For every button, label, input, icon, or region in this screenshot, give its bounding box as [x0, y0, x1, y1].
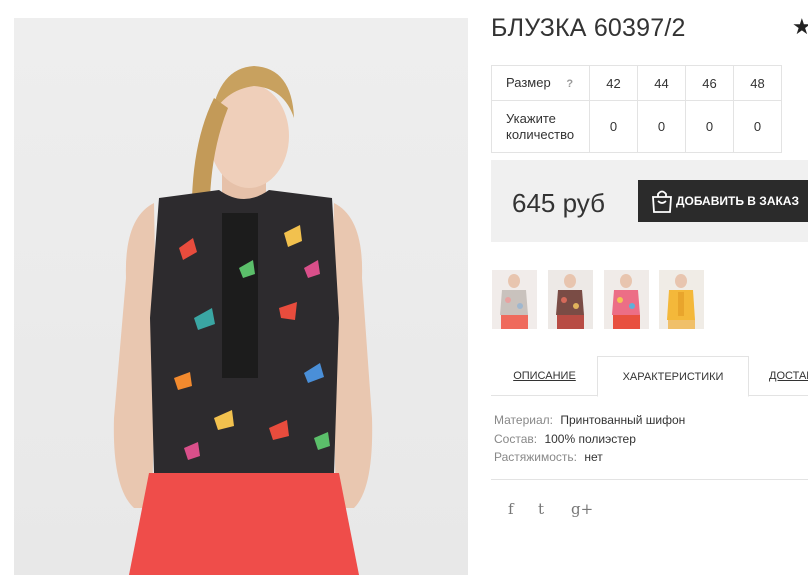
product-photo-illustration — [113, 66, 373, 575]
characteristic-key: Материал: — [494, 413, 553, 427]
characteristic-composition: Состав: 100% полиэстер — [494, 430, 685, 449]
star-icon[interactable]: ★ — [792, 14, 808, 40]
size-48: 48 — [733, 65, 782, 101]
characteristic-material: Материал: Принтованный шифон — [494, 411, 685, 430]
quantity-input-46[interactable]: 0 — [685, 100, 734, 153]
thumbnail-1[interactable] — [492, 270, 537, 329]
twitter-icon[interactable]: t — [538, 500, 544, 518]
price: 645 руб — [512, 188, 605, 218]
thumbnail-2[interactable] — [548, 270, 593, 329]
size-46: 46 — [685, 65, 734, 101]
quantity-input-42[interactable]: 0 — [589, 100, 638, 153]
tab-characteristics[interactable]: ХАРАКТЕРИСТИКИ — [597, 356, 749, 397]
characteristic-value: нет — [584, 450, 603, 464]
tab-description[interactable]: ОПИСАНИЕ — [491, 356, 598, 396]
size-44: 44 — [637, 65, 686, 101]
quantity-input-48[interactable]: 0 — [733, 100, 782, 153]
product-tabs: ОПИСАНИЕ ХАРАКТЕРИСТИКИ ДОСТАВКА — [491, 356, 808, 397]
quantity-input-44[interactable]: 0 — [637, 100, 686, 153]
characteristics-list: Материал: Принтованный шифон Состав: 100… — [494, 411, 685, 467]
size-42: 42 — [589, 65, 638, 101]
quantity-label: Укажите количество — [491, 100, 590, 153]
characteristic-value: Принтованный шифон — [560, 413, 686, 427]
size-table: Размер ? 42 44 46 48 Укажите количество … — [491, 65, 782, 153]
size-label-cell: Размер ? — [491, 65, 590, 101]
tab-delivery[interactable]: ДОСТАВКА — [769, 356, 808, 396]
size-row: Размер ? 42 44 46 48 — [491, 65, 782, 101]
product-title: БЛУЗКА 60397/2 — [491, 14, 686, 42]
thumbnail-3[interactable] — [604, 270, 649, 329]
size-label: Размер — [506, 74, 551, 90]
characteristic-key: Растяжимость: — [494, 450, 578, 464]
price-box: 645 руб ДОБАВИТЬ В ЗАКАЗ — [491, 160, 808, 242]
characteristic-value: 100% полиэстер — [544, 431, 636, 446]
characteristic-stretch: Растяжимость: нет — [494, 448, 685, 467]
quantity-row: Укажите количество 0 0 0 0 — [491, 100, 782, 153]
shopping-bag-icon — [652, 190, 672, 213]
add-to-cart-button[interactable]: ДОБАВИТЬ В ЗАКАЗ — [638, 180, 808, 222]
facebook-icon[interactable]: f — [508, 500, 514, 518]
thumbnail-4[interactable] — [659, 270, 704, 329]
product-photo[interactable] — [14, 18, 468, 575]
characteristic-key: Состав: — [494, 431, 538, 446]
section-divider — [491, 479, 808, 480]
help-icon[interactable]: ? — [566, 78, 573, 90]
google-plus-icon[interactable]: g+ — [571, 500, 593, 518]
add-to-cart-label: ДОБАВИТЬ В ЗАКАЗ — [676, 194, 799, 208]
